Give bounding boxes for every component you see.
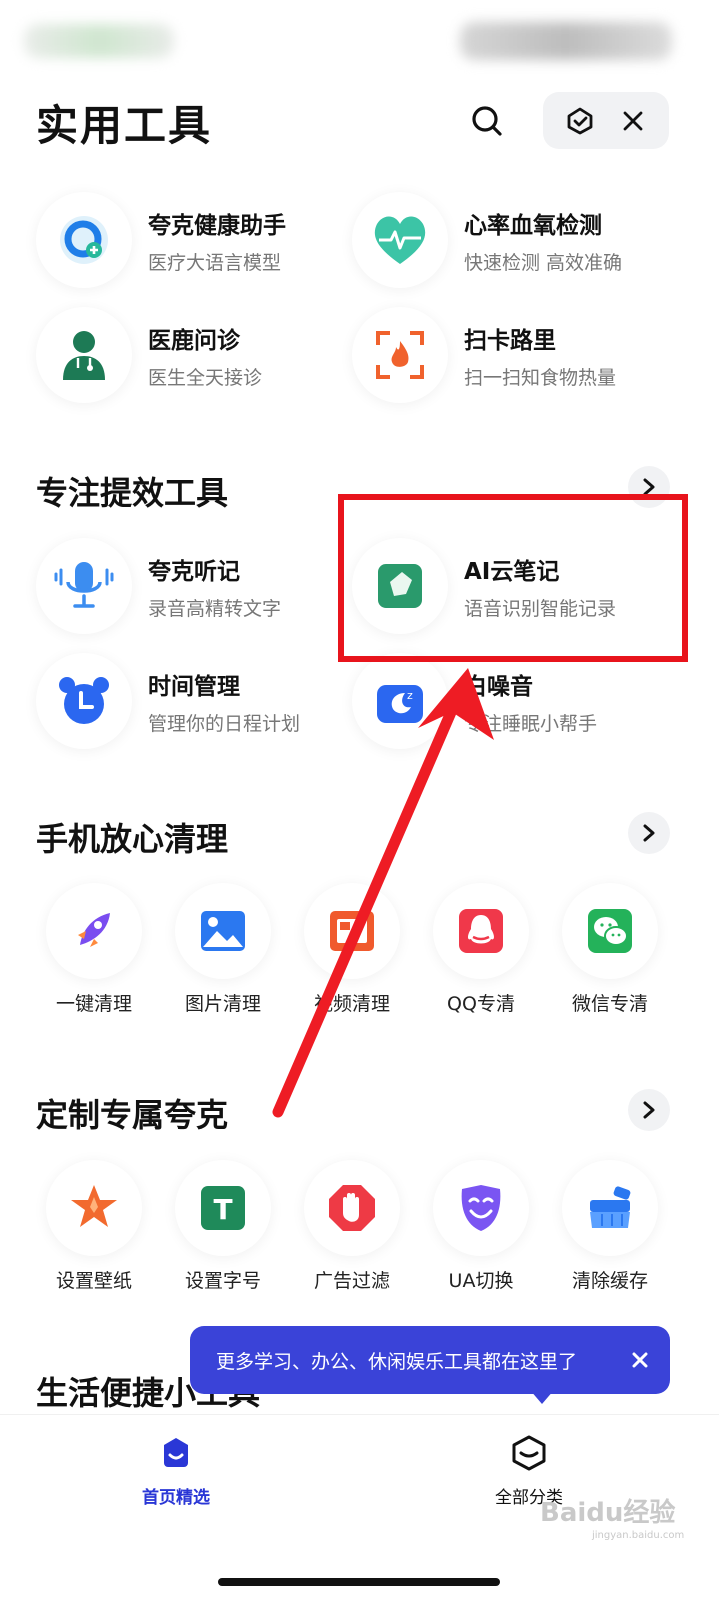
- tool-name: 心率血氧检测: [464, 212, 602, 239]
- grid-item-label: 广告过滤: [313, 1270, 390, 1292]
- image-icon: [175, 883, 271, 979]
- home-indicator: [218, 1578, 500, 1586]
- grid-item-label: 设置壁纸: [55, 1270, 132, 1292]
- tab-label: 首页精选: [142, 1488, 210, 1508]
- grid-item-clear-cache[interactable]: 清除缓存: [555, 1160, 665, 1293]
- tool-desc: 管理你的日程计划: [148, 712, 301, 735]
- grid-item-one-key-clean[interactable]: 一键清理: [39, 883, 149, 1016]
- qq-icon: [433, 883, 529, 979]
- close-icon: [632, 1352, 648, 1368]
- white-noise-icon: z: [352, 653, 448, 749]
- tool-health-assistant[interactable]: 夸克健康助手 医疗大语言模型: [36, 192, 286, 288]
- grid-item-label: QQ专清: [447, 993, 515, 1015]
- tool-name: 夸克健康助手: [148, 212, 286, 239]
- tool-name: 扫卡路里: [464, 327, 556, 354]
- tool-desc: 录音高精转文字: [148, 597, 282, 620]
- tool-time-management[interactable]: 时间管理 管理你的日程计划: [36, 653, 300, 749]
- ua-switch-icon: [433, 1160, 529, 1256]
- tool-desc: 扫一扫知食物热量: [464, 366, 617, 389]
- shortcut-icon: [567, 107, 592, 134]
- section-title-custom: 定制专属夸克: [36, 1096, 229, 1134]
- tool-quark-recorder[interactable]: 夸克听记 录音高精转文字: [36, 538, 281, 634]
- microphone-icon: [36, 538, 132, 634]
- section-title-clean: 手机放心清理: [36, 820, 229, 858]
- grid-item-label: 图片清理: [184, 993, 261, 1015]
- rocket-icon: [46, 883, 142, 979]
- tool-desc: 医疗大语言模型: [148, 251, 282, 274]
- clear-cache-icon: [562, 1160, 658, 1256]
- grid-item-label: 视频清理: [313, 993, 390, 1015]
- tool-doctor[interactable]: 医鹿问诊 医生全天接诊: [36, 307, 262, 403]
- chevron-right-icon: [643, 1101, 655, 1119]
- grid-item-video-clean[interactable]: 视频清理: [297, 883, 407, 1016]
- svg-text:T: T: [213, 1193, 232, 1226]
- font-size-icon: T: [175, 1160, 271, 1256]
- custom-section-more-button[interactable]: [628, 1089, 670, 1131]
- health-assistant-icon: [36, 192, 132, 288]
- box-icon: [512, 1435, 546, 1471]
- tool-heart-rate[interactable]: 心率血氧检测 快速检测 高效准确: [352, 192, 622, 288]
- tool-name: 白噪音: [464, 673, 533, 700]
- tool-desc: 快速检测 高效准确: [464, 251, 623, 274]
- calorie-scan-icon: [352, 307, 448, 403]
- grid-item-ua-switch[interactable]: UA切换: [426, 1160, 536, 1293]
- grid-item-label: UA切换: [448, 1270, 514, 1292]
- annotation-highlight-box: [338, 494, 688, 662]
- home-icon: [164, 1438, 188, 1467]
- grid-item-ad-block[interactable]: 广告过滤: [297, 1160, 407, 1293]
- tool-name: 医鹿问诊: [148, 327, 240, 354]
- grid-item-label: 设置字号: [184, 1270, 261, 1292]
- search-button[interactable]: [462, 96, 512, 146]
- tip-close-button[interactable]: [628, 1348, 652, 1372]
- tools-tip-popup: 更多学习、办公、休闲娱乐工具都在这里了: [190, 1326, 670, 1394]
- status-bar-left-blurred: [24, 24, 174, 58]
- miniapp-capsule: [543, 92, 669, 149]
- chevron-right-icon: [643, 824, 655, 842]
- video-icon: [304, 883, 400, 979]
- alarm-clock-icon: [36, 653, 132, 749]
- svg-text:z: z: [407, 689, 413, 702]
- grid-item-wechat-clean[interactable]: 微信专清: [555, 883, 665, 1016]
- watermark-url: jingyan.baidu.com: [592, 1530, 685, 1541]
- tool-white-noise[interactable]: z 白噪音 专注睡眠小帮手: [352, 653, 597, 749]
- clean-section-more-button[interactable]: [628, 812, 670, 854]
- ad-block-icon: [304, 1160, 400, 1256]
- grid-item-label: 清除缓存: [571, 1270, 648, 1292]
- grid-item-label: 一键清理: [55, 993, 132, 1015]
- shortcut-button[interactable]: [558, 99, 602, 143]
- wallpaper-icon: [46, 1160, 142, 1256]
- heart-rate-icon: [352, 192, 448, 288]
- section-title-focus: 专注提效工具: [36, 474, 229, 512]
- grid-item-label: 微信专清: [571, 993, 648, 1015]
- tool-calorie-scan[interactable]: 扫卡路里 扫一扫知食物热量: [352, 307, 616, 403]
- baidu-watermark: Baidu经验: [540, 1498, 676, 1528]
- tip-pointer: [530, 1390, 554, 1404]
- grid-item-wallpaper[interactable]: 设置壁纸: [39, 1160, 149, 1293]
- tool-name: 夸克听记: [148, 558, 240, 585]
- tool-name: 时间管理: [148, 673, 240, 700]
- tool-desc: 专注睡眠小帮手: [464, 712, 598, 735]
- grid-item-font-size[interactable]: T 设置字号: [168, 1160, 278, 1293]
- close-icon: [623, 111, 642, 130]
- close-button[interactable]: [611, 99, 655, 143]
- tab-home-featured[interactable]: 首页精选: [106, 1433, 246, 1508]
- grid-item-qq-clean[interactable]: QQ专清: [426, 883, 536, 1016]
- tool-desc: 医生全天接诊: [148, 366, 263, 389]
- tip-text: 更多学习、办公、休闲娱乐工具都在这里了: [216, 1350, 578, 1373]
- grid-item-image-clean[interactable]: 图片清理: [168, 883, 278, 1016]
- status-bar-right-blurred: [460, 22, 672, 60]
- doctor-icon: [36, 307, 132, 403]
- page-title: 实用工具: [36, 101, 213, 150]
- search-icon: [472, 106, 502, 136]
- wechat-icon: [562, 883, 658, 979]
